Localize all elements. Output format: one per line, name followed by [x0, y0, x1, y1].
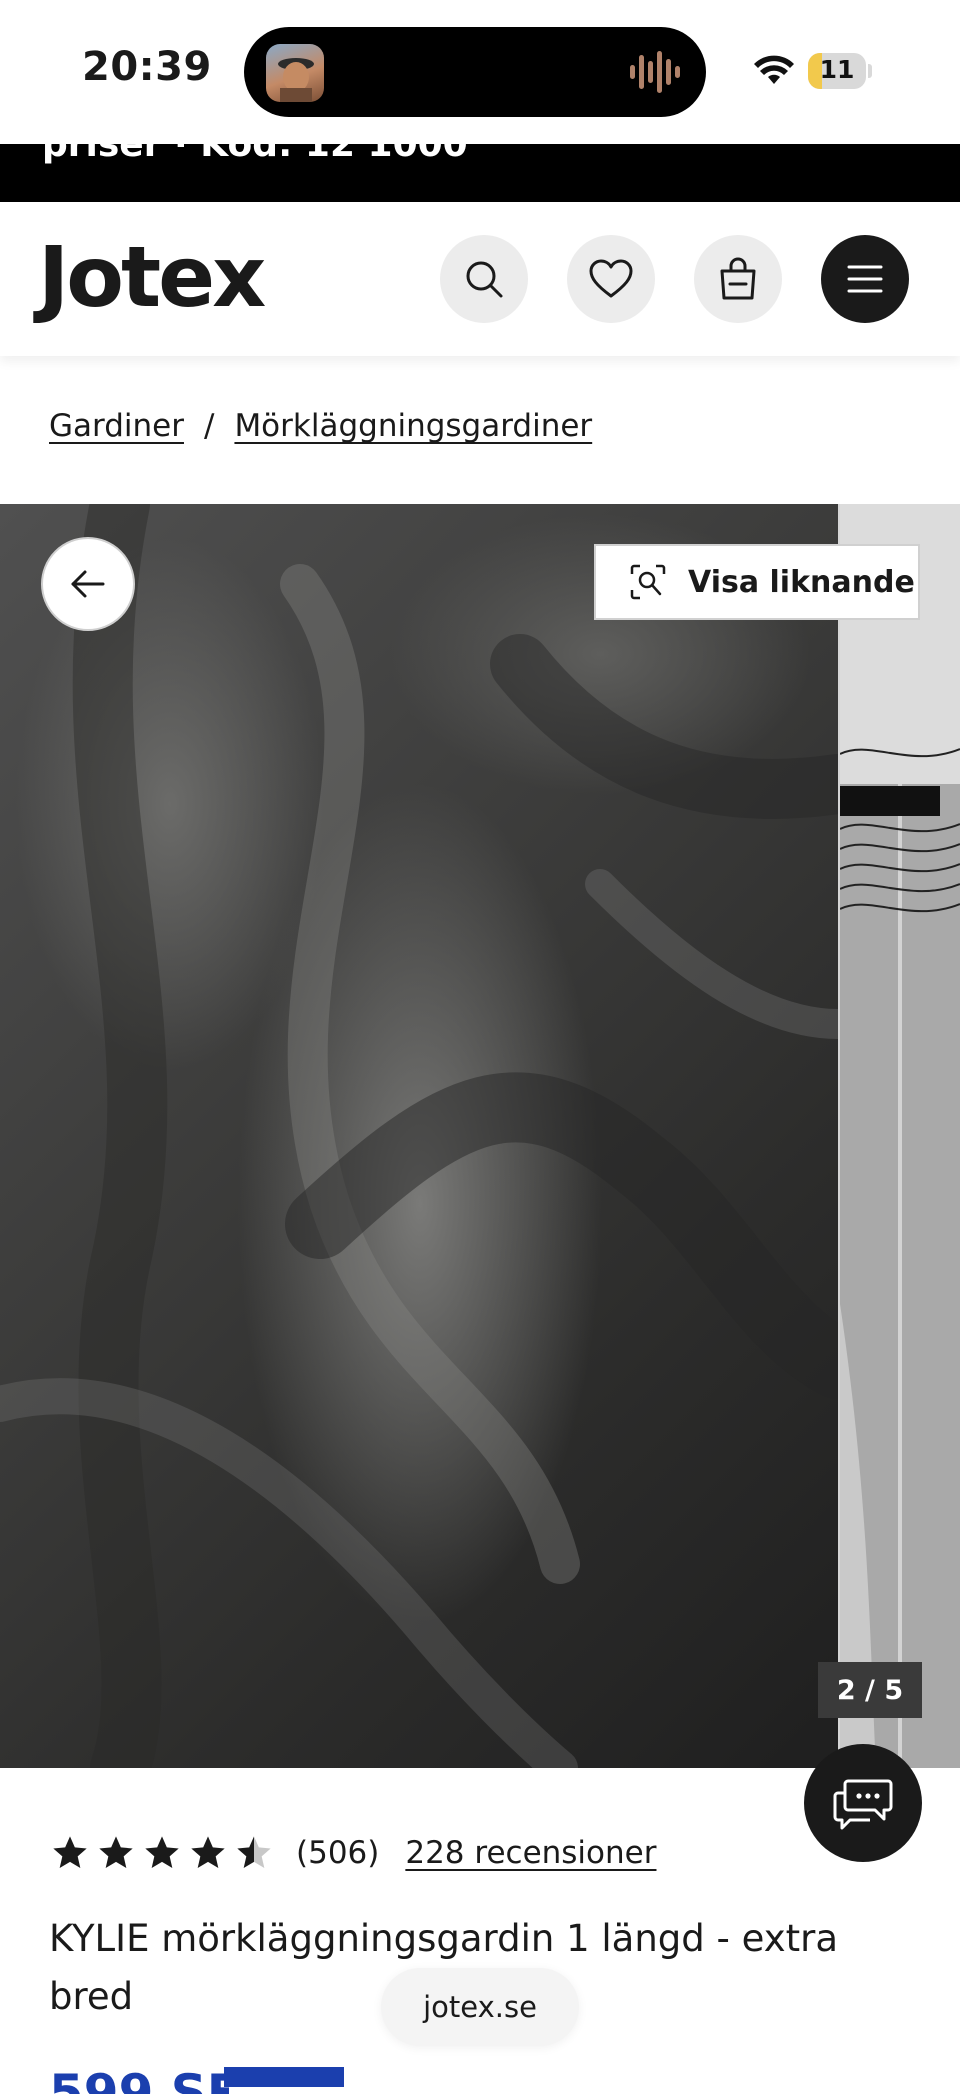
- reviews-link[interactable]: 228 recensioner: [405, 1835, 656, 1871]
- battery-icon: 11: [808, 53, 866, 89]
- browser-url-bar[interactable]: jotex.se: [381, 1968, 579, 2046]
- battery-tip: [868, 64, 872, 78]
- heart-icon: [589, 259, 633, 298]
- site-header: Jotex: [0, 202, 960, 356]
- bag-icon: [720, 257, 756, 300]
- image-counter: 2 / 5: [818, 1662, 922, 1718]
- jotex-logo[interactable]: Jotex: [38, 228, 266, 326]
- menu-icon: [847, 265, 883, 293]
- status-bar: 20:39 11: [0, 0, 960, 144]
- star-icon-half: [237, 1836, 271, 1868]
- visa-liknande-label: Visa liknande: [688, 564, 915, 600]
- breadcrumb-link-morklaggningsgardiner[interactable]: Mörkläggningsgardiner: [234, 408, 592, 444]
- fabric-folds: [0, 504, 838, 1768]
- rating-count: (506): [296, 1835, 380, 1871]
- star-icon-full: [191, 1836, 225, 1868]
- product-image-gallery[interactable]: [0, 504, 960, 1768]
- star-icon-full: [53, 1836, 87, 1868]
- breadcrumb: Gardiner / Mörkläggningsgardiner: [49, 408, 592, 444]
- status-time: 20:39: [82, 44, 212, 90]
- curtain-illustration: [839, 504, 960, 1768]
- dynamic-island[interactable]: [244, 27, 706, 117]
- price-row: 599 SEK: [49, 2064, 229, 2094]
- music-wave-icon: [630, 51, 680, 93]
- wifi-icon: [754, 55, 794, 84]
- back-button[interactable]: [41, 537, 135, 631]
- search-button[interactable]: [440, 235, 528, 323]
- wishlist-button[interactable]: [567, 235, 655, 323]
- next-product-image-preview[interactable]: [839, 504, 960, 1768]
- breadcrumb-separator: /: [203, 408, 215, 444]
- chat-icon: [833, 1779, 893, 1830]
- cart-button[interactable]: [694, 235, 782, 323]
- breadcrumb-link-gardiner[interactable]: Gardiner: [49, 408, 184, 444]
- chat-button[interactable]: [804, 1744, 922, 1862]
- visual-search-icon: [630, 564, 666, 600]
- product-image-fabric[interactable]: [0, 504, 838, 1768]
- star-icon-full: [145, 1836, 179, 1868]
- price-badge: [224, 2067, 344, 2087]
- menu-button[interactable]: [821, 235, 909, 323]
- now-playing-artwork: [266, 44, 324, 102]
- visa-liknande-button[interactable]: Visa liknande: [594, 544, 920, 620]
- battery-level: 11: [819, 55, 855, 84]
- search-icon: [466, 261, 503, 298]
- product-price: 599 SEK: [49, 2064, 229, 2094]
- arrow-left-icon: [71, 570, 105, 598]
- promo-banner[interactable]: priser · Kod: 12 1000: [0, 144, 960, 202]
- star-icon-full: [99, 1836, 133, 1868]
- rating-row: (506) 228 recensioner: [50, 1828, 656, 1878]
- promo-text: priser · Kod: 12 1000: [42, 144, 468, 165]
